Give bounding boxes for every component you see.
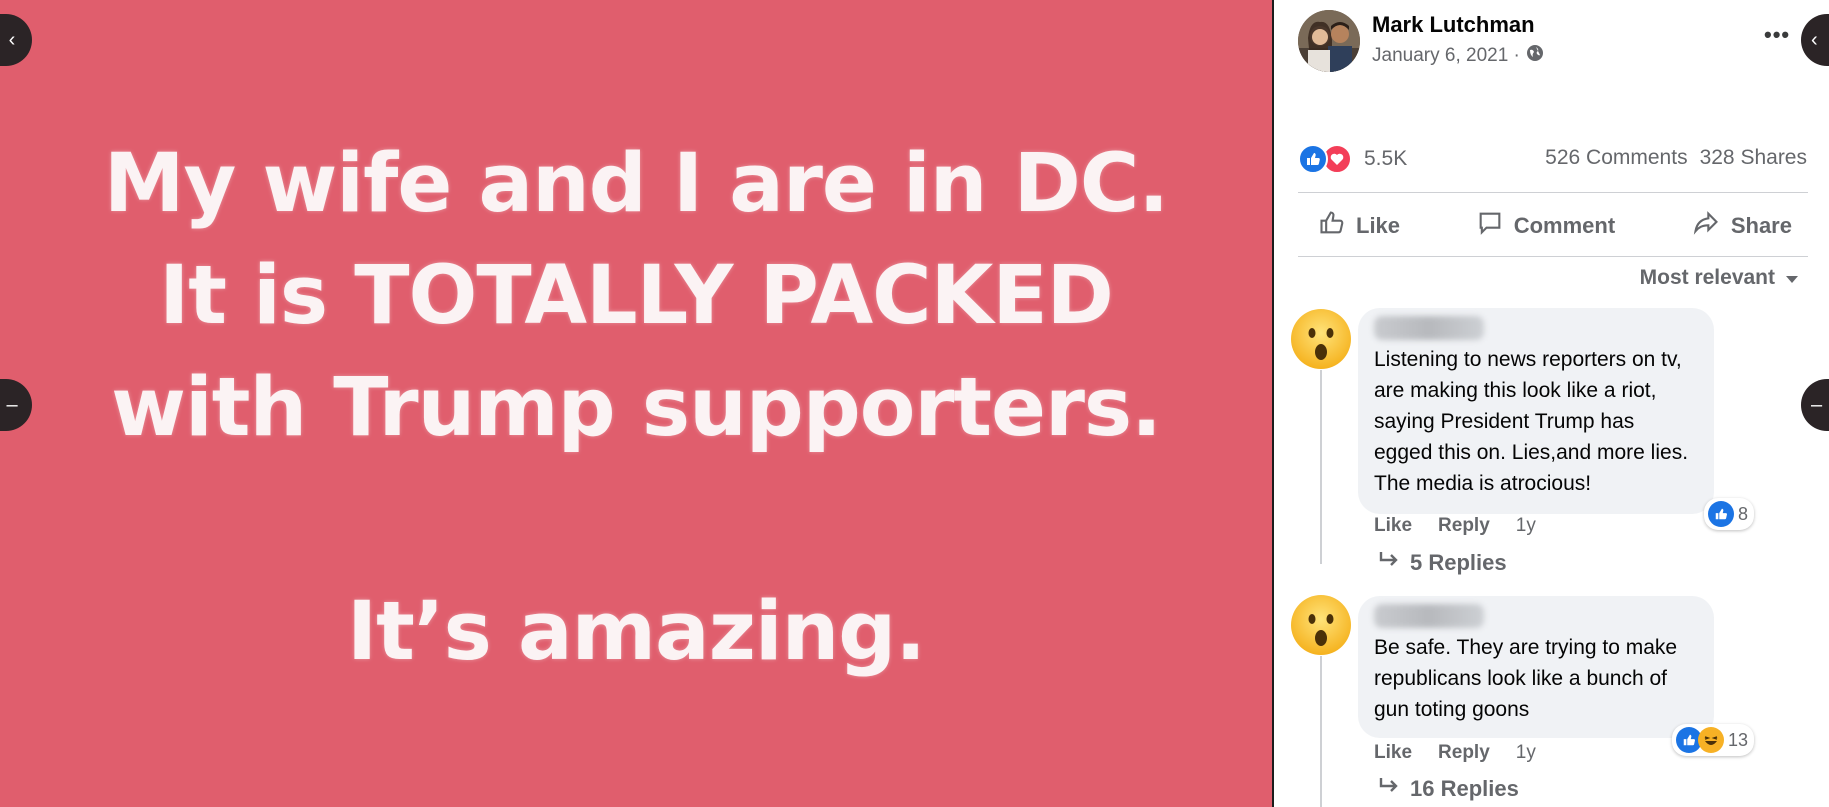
reaction-count: 5.5K [1364,147,1408,170]
post-side-panel: ‹ – Mark Lutchman January 6, 2021 · ••• … [1274,0,1829,807]
commenter-avatar-wow-icon[interactable] [1290,594,1352,656]
comment-sort-dropdown[interactable]: Most relevant [1640,266,1799,290]
comment-bubble-icon [1476,209,1504,243]
thumbs-up-icon [1318,209,1346,243]
more-options-icon[interactable]: ••• [1764,22,1790,48]
share-button-label: Share [1730,213,1792,238]
commenter-avatar-wow-icon[interactable] [1290,308,1352,370]
comment-reactions[interactable]: 8 [1704,498,1755,530]
comment-bubble: Listening to news reporters on tv, are m… [1358,308,1714,514]
collapse-arrow-icon[interactable]: ‹ [1801,14,1829,66]
comment-bubble: Be safe. They are trying to make republi… [1358,596,1714,738]
like-reaction-icon [1298,144,1328,174]
post-image: My wife and I are in DC. It is TOTALLY P… [0,0,1272,807]
comment-time[interactable]: 1y [1516,515,1536,537]
replies-count: 5 Replies [1410,550,1507,575]
view-replies-button[interactable]: 5 Replies [1378,550,1507,576]
shares-count[interactable]: 328 Shares [1700,146,1807,170]
caret-down-icon [1785,266,1799,290]
globe-icon [1526,44,1544,68]
image-text-line-2: It is TOTALLY PACKED [159,249,1114,343]
comment-button-label: Comment [1513,213,1616,238]
image-text-line-3: with Trump supporters. [111,361,1162,455]
comments-count[interactable]: 526 Comments [1545,146,1687,170]
comment-meta: Like Reply 1y [1374,515,1536,537]
comment-reaction-count: 8 [1738,503,1749,524]
comment-reactions[interactable]: 13 [1672,724,1755,756]
comment-text: Be safe. They are trying to make republi… [1374,636,1678,721]
like-reaction-icon [1708,501,1734,527]
post-date-text: January 6, 2021 · [1372,45,1520,66]
thread-line [1320,656,1322,807]
comment-button[interactable]: Comment [1476,209,1615,243]
like-button-label: Like [1356,213,1401,238]
replies-count: 16 Replies [1410,776,1519,801]
image-text-line-4: It’s amazing. [346,585,926,679]
comment-meta: Like Reply 1y [1374,742,1536,764]
thread-line [1320,370,1322,564]
author-name[interactable]: Mark Lutchman [1372,12,1535,38]
reaction-summary[interactable]: 5.5K [1298,144,1407,174]
sort-label: Most relevant [1639,266,1775,289]
post-actions: Like Comment Share [1298,204,1808,248]
view-replies-button[interactable]: 16 Replies [1378,776,1519,802]
comment-like-button[interactable]: Like [1374,742,1412,764]
next-photo-icon[interactable]: – [1801,379,1829,431]
comment-reply-button[interactable]: Reply [1438,742,1490,764]
post-stats: 526 Comments 328 Shares [1545,146,1807,170]
haha-reaction-icon [1698,727,1724,753]
post-date: January 6, 2021 · [1372,44,1544,68]
commenter-name-blurred[interactable] [1374,316,1484,340]
share-arrow-icon [1691,209,1721,243]
comment-time[interactable]: 1y [1516,742,1536,764]
reply-arrow-icon [1378,776,1400,802]
reply-arrow-icon [1378,550,1400,576]
comment-text: Listening to news reporters on tv, are m… [1374,348,1689,495]
previous-arrow-icon[interactable]: ‹ [0,14,32,66]
comment-like-button[interactable]: Like [1374,515,1412,537]
comment-reply-button[interactable]: Reply [1438,515,1490,537]
image-text-line-1: My wife and I are in DC. [103,137,1169,231]
divider [1298,192,1808,193]
author-avatar[interactable] [1298,10,1360,72]
like-button[interactable]: Like [1318,209,1400,243]
commenter-name-blurred[interactable] [1374,604,1484,628]
comment-reaction-count: 13 [1728,729,1749,750]
share-button[interactable]: Share [1691,209,1792,243]
divider [1298,256,1808,257]
